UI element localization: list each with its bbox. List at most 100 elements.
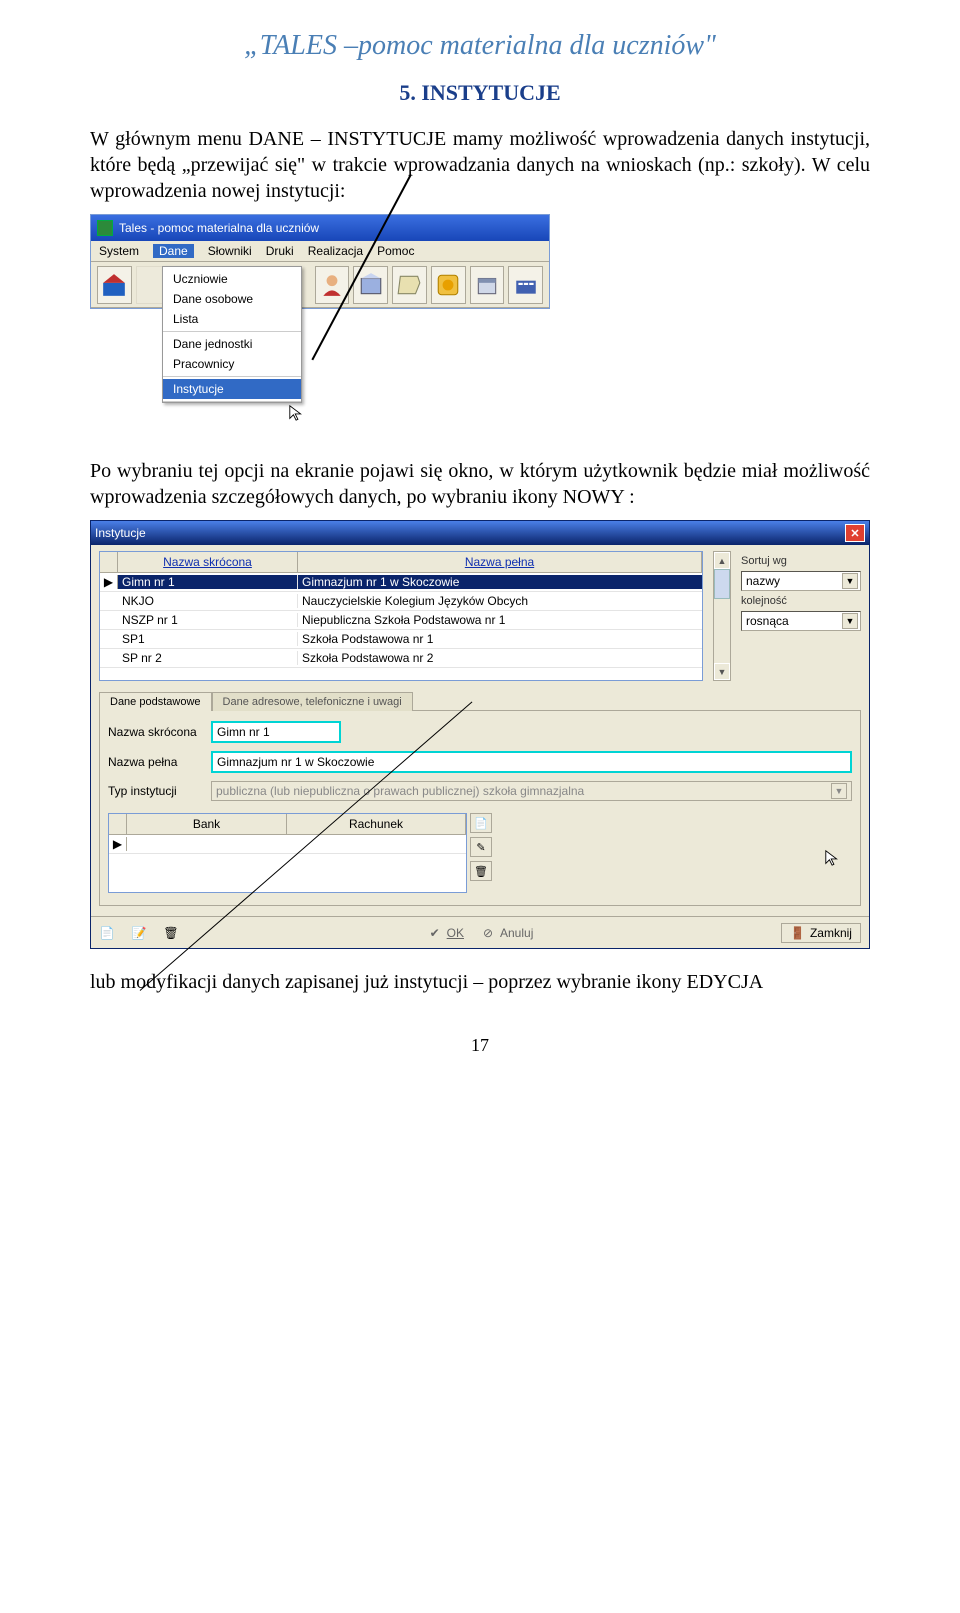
chevron-down-icon: ▼ [842, 613, 858, 629]
cancel-icon: ⊘ [480, 925, 496, 941]
toolbar-btn-8[interactable] [508, 266, 543, 304]
menu-dane[interactable]: Dane [153, 244, 194, 258]
cancel-label: Anuluj [500, 926, 533, 940]
cell: SP1 [118, 632, 298, 646]
tab-dane-podstawowe[interactable]: Dane podstawowe [99, 692, 212, 711]
col-bank[interactable]: Bank [127, 814, 287, 834]
cursor-icon [824, 849, 842, 867]
cell: Gimn nr 1 [118, 575, 298, 589]
label-typ-instytucji: Typ instytucji [108, 784, 203, 798]
door-icon: 🚪 [790, 926, 805, 940]
sort-by-combo[interactable]: nazwy ▼ [741, 571, 861, 591]
close-label: Zamknij [810, 926, 852, 940]
app-title: Tales - pomoc materialna dla uczniów [119, 221, 319, 235]
toolbar-btn-5[interactable] [392, 266, 427, 304]
intro-paragraph-3: lub modyfikacji danych zapisanej już ins… [90, 969, 870, 995]
trash-icon: 🗑 [163, 925, 179, 941]
menu-realizacja[interactable]: Realizacja [308, 244, 363, 258]
menuitem-instytucje[interactable]: Instytucje [163, 379, 301, 399]
table-row[interactable]: ▶ Gimn nr 1 Gimnazjum nr 1 w Skoczowie [100, 573, 702, 592]
menuitem-dane-jednostki[interactable]: Dane jednostki [163, 334, 301, 354]
dropdown-dane: Uczniowie Dane osobowe Lista Dane jednos… [162, 266, 302, 403]
check-icon: ✔ [427, 925, 443, 941]
table-row[interactable]: ▶ [109, 835, 466, 854]
table-row[interactable]: SP nr 2 Szkoła Podstawowa nr 2 [100, 649, 702, 668]
toolbar [91, 262, 549, 308]
ok-label: OK [447, 926, 464, 940]
ok-button[interactable]: ✔ OK [427, 925, 464, 941]
close-button[interactable]: ✕ [845, 524, 865, 542]
bank-buttons: 📄 ✎ 🗑 [467, 809, 495, 893]
input-nazwa-pelna[interactable] [211, 751, 852, 773]
menuitem-uczniowie[interactable]: Uczniowie [163, 269, 301, 289]
combo-value: rosnąca [746, 614, 789, 628]
label-nazwa-skrocona: Nazwa skrócona [108, 725, 203, 739]
page-number: 17 [90, 1035, 870, 1056]
input-nazwa-skrocona[interactable] [211, 721, 341, 743]
toolbar-btn-1[interactable] [97, 266, 132, 304]
intro-paragraph-1: W głównym menu DANE – INSTYTUCJE mamy mo… [90, 126, 870, 204]
app-window: Tales - pomoc materialna dla uczniów Sys… [90, 214, 550, 309]
close-button[interactable]: 🚪 Zamknij [781, 923, 861, 943]
cell: Nauczycielskie Kolegium Języków Obcych [298, 594, 702, 608]
order-label: kolejność [741, 595, 861, 607]
table-row[interactable]: NKJO Nauczycielskie Kolegium Języków Obc… [100, 592, 702, 611]
scrollbar[interactable]: ▲ ▼ [713, 551, 731, 681]
table-row[interactable]: NSZP nr 1 Niepubliczna Szkoła Podstawowa… [100, 611, 702, 630]
combo-value: nazwy [746, 574, 780, 588]
cell: NSZP nr 1 [118, 613, 298, 627]
intro-paragraph-2: Po wybraniu tej opcji na ekranie pojawi … [90, 458, 870, 510]
cell: Szkoła Podstawowa nr 1 [298, 632, 702, 646]
scroll-thumb[interactable] [714, 569, 730, 599]
tabs: Dane podstawowe Dane adresowe, telefonic… [99, 691, 861, 710]
menuitem-dane-osobowe[interactable]: Dane osobowe [163, 289, 301, 309]
scroll-down-icon[interactable]: ▼ [714, 663, 730, 680]
sort-order-combo[interactable]: rosnąca ▼ [741, 611, 861, 631]
cancel-button[interactable]: ⊘ Anuluj [480, 925, 533, 941]
new-icon[interactable]: 📄 [470, 813, 492, 833]
app-icon [97, 220, 113, 236]
toolbar-btn-7[interactable] [470, 266, 505, 304]
titlebar: Tales - pomoc materialna dla uczniów [91, 215, 549, 241]
sort-label: Sortuj wg [741, 555, 861, 567]
section-title: 5. INSTYTUCJE [90, 80, 870, 106]
scroll-up-icon[interactable]: ▲ [714, 552, 730, 569]
window-title: Instytucje [95, 526, 146, 540]
menu-druki[interactable]: Druki [266, 244, 294, 258]
cell: Szkoła Podstawowa nr 2 [298, 651, 702, 665]
col-rachunek[interactable]: Rachunek [287, 814, 466, 834]
delete-icon[interactable]: 🗑 [470, 861, 492, 881]
cell: SP nr 2 [118, 651, 298, 665]
cell: Niepubliczna Szkoła Podstawowa nr 1 [298, 613, 702, 627]
new-icon: 📄 [99, 925, 115, 941]
delete-button[interactable]: 🗑 [163, 925, 179, 941]
screenshot-menu: Tales - pomoc materialna dla uczniów Sys… [90, 214, 870, 444]
menuitem-pracownicy[interactable]: Pracownicy [163, 354, 301, 374]
chevron-down-icon: ▼ [831, 783, 847, 799]
chevron-down-icon: ▼ [842, 573, 858, 589]
instytucje-window: Instytucje ✕ Nazwa skrócona Nazwa pełna … [90, 520, 870, 949]
cell: NKJO [118, 594, 298, 608]
select-typ-instytucji[interactable]: publiczna (lub niepubliczna o prawach pu… [211, 781, 852, 801]
toolbar-btn-6[interactable] [431, 266, 466, 304]
tab-dane-adresowe[interactable]: Dane adresowe, telefoniczne i uwagi [212, 692, 413, 711]
menu-slowniki[interactable]: Słowniki [208, 244, 252, 258]
cell: Gimnazjum nr 1 w Skoczowie [298, 575, 702, 589]
menubar: System Dane Słowniki Druki Realizacja Po… [91, 241, 549, 262]
edit-button[interactable]: 📝 [131, 925, 147, 941]
screenshot-instytucje: Instytucje ✕ Nazwa skrócona Nazwa pełna … [90, 520, 870, 949]
edit-icon: 📝 [131, 925, 147, 941]
doc-header: „TALES –pomoc materialna dla uczniów" [90, 30, 870, 62]
menu-system[interactable]: System [99, 244, 139, 258]
instytucje-grid[interactable]: Nazwa skrócona Nazwa pełna ▶ Gimn nr 1 G… [99, 551, 703, 681]
col-nazwa-skrocona[interactable]: Nazwa skrócona [118, 552, 298, 572]
bank-grid[interactable]: Bank Rachunek ▶ [108, 813, 467, 893]
table-row[interactable]: SP1 Szkoła Podstawowa nr 1 [100, 630, 702, 649]
label-nazwa-pelna: Nazwa pełna [108, 755, 203, 769]
menu-pomoc[interactable]: Pomoc [377, 244, 414, 258]
select-value: publiczna (lub niepubliczna o prawach pu… [216, 784, 584, 798]
new-button[interactable]: 📄 [99, 925, 115, 941]
menuitem-lista[interactable]: Lista [163, 309, 301, 329]
col-nazwa-pelna[interactable]: Nazwa pełna [298, 552, 702, 572]
edit-icon[interactable]: ✎ [470, 837, 492, 857]
